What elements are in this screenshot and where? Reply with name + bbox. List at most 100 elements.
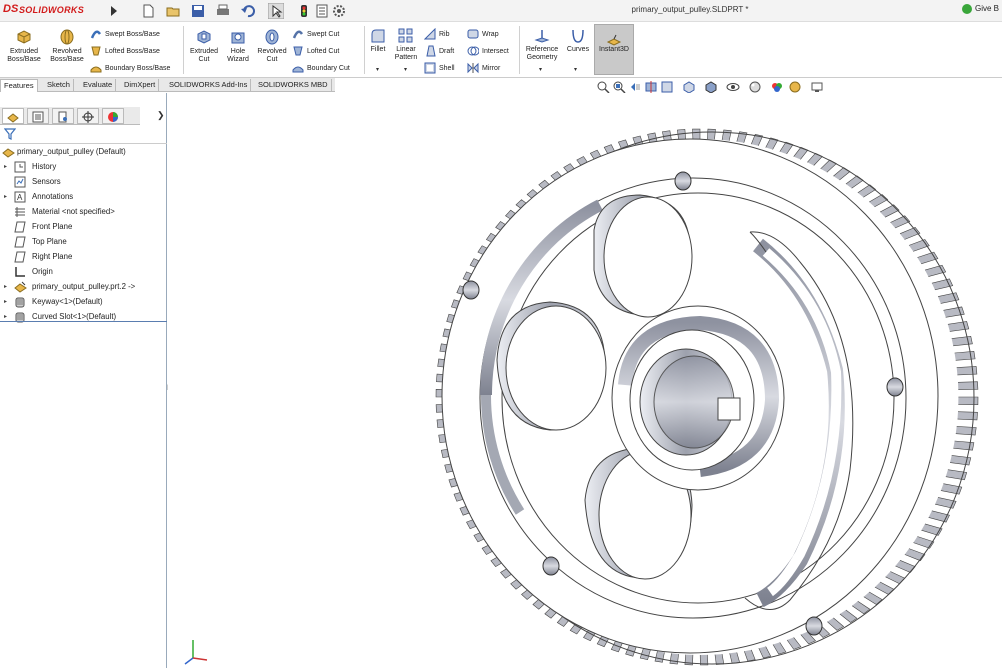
realview-graphics-icon[interactable] bbox=[788, 80, 802, 94]
boundary-cut-icon bbox=[292, 66, 304, 73]
mirror-button[interactable]: Mirror bbox=[467, 62, 500, 74]
lightening-hole-left bbox=[496, 301, 607, 431]
tab-features[interactable]: Features bbox=[0, 79, 38, 92]
tree-item-origin[interactable]: Origin bbox=[4, 265, 154, 279]
curves-dropdown-icon[interactable]: ▾ bbox=[574, 66, 577, 73]
tree-item-keyway[interactable]: ▸ Keyway<1>(Default) bbox=[4, 295, 154, 309]
boundary-cut-button[interactable]: Boundary Cut bbox=[292, 62, 350, 74]
fillet-button[interactable]: Fillet bbox=[366, 28, 390, 54]
print-icon[interactable] bbox=[215, 3, 231, 19]
swept-cut-label: Swept Cut bbox=[307, 30, 340, 38]
instant3d-button[interactable]: Instant3D bbox=[594, 24, 634, 75]
hole-wizard-button[interactable]: Hole Wizard bbox=[222, 28, 254, 64]
command-manager-tabs: Features Sketch Evaluate DimXpert SOLIDW… bbox=[0, 78, 335, 92]
linear-pattern-dropdown-icon[interactable]: ▾ bbox=[404, 66, 407, 73]
extruded-cut-button[interactable]: Extruded Cut bbox=[186, 28, 222, 64]
tree-item-base-part[interactable]: ▸ primary_output_pulley.prt.2 -> bbox=[4, 280, 164, 294]
view-settings-icon[interactable] bbox=[810, 80, 824, 94]
instant3d-icon bbox=[606, 34, 622, 46]
save-icon[interactable] bbox=[190, 3, 206, 19]
intersect-button[interactable]: Intersect bbox=[467, 45, 509, 57]
display-manager-tab[interactable] bbox=[102, 108, 124, 124]
new-document-icon[interactable] bbox=[140, 3, 156, 19]
fillet-dropdown-icon[interactable]: ▾ bbox=[376, 66, 379, 73]
tree-item-sensors[interactable]: Sensors bbox=[4, 175, 154, 189]
rebuild-icon[interactable] bbox=[296, 3, 312, 19]
expand-arrow-icon[interactable]: ▸ bbox=[4, 160, 12, 174]
zoom-to-fit-icon[interactable] bbox=[596, 80, 610, 94]
reference-geometry-button[interactable]: Reference Geometry bbox=[522, 28, 562, 62]
lofted-cut-button[interactable]: Lofted Cut bbox=[292, 45, 339, 57]
tree-item-history[interactable]: ▸ History bbox=[4, 160, 154, 174]
reference-geometry-label: Reference Geometry bbox=[525, 46, 559, 61]
edit-appearance-icon[interactable] bbox=[748, 80, 762, 94]
tab-solidworks-add-ins[interactable]: SOLIDWORKS Add-Ins bbox=[166, 79, 252, 92]
expand-arrow-icon[interactable]: ▸ bbox=[4, 295, 12, 309]
zoom-to-area-icon[interactable] bbox=[612, 80, 626, 94]
select-cursor-icon[interactable] bbox=[268, 3, 284, 19]
expand-arrow-icon[interactable]: ▸ bbox=[4, 280, 12, 294]
linear-pattern-button[interactable]: Linear Pattern bbox=[392, 28, 420, 62]
tree-item-label: Material <not specified> bbox=[32, 207, 115, 216]
property-manager-tab[interactable] bbox=[27, 108, 49, 124]
tree-item-material[interactable]: Material <not specified> bbox=[4, 205, 154, 219]
tab-evaluate[interactable]: Evaluate bbox=[80, 79, 117, 92]
display-style-icon[interactable] bbox=[704, 80, 718, 94]
shell-button[interactable]: Shell bbox=[424, 62, 455, 74]
tree-root-part[interactable]: primary_output_pulley (Default) bbox=[2, 145, 162, 159]
extruded-cut-icon bbox=[197, 30, 211, 44]
curves-button[interactable]: Curves bbox=[564, 28, 592, 54]
graphics-area[interactable] bbox=[168, 93, 1002, 668]
tab-sketch[interactable]: Sketch bbox=[44, 79, 74, 92]
view-orientation-icon[interactable] bbox=[682, 80, 696, 94]
options-gear-icon[interactable] bbox=[331, 3, 347, 19]
filter-icon[interactable] bbox=[4, 128, 16, 140]
configuration-manager-tab[interactable] bbox=[52, 108, 74, 124]
open-folder-icon[interactable] bbox=[165, 3, 181, 19]
dimxpert-manager-tab[interactable] bbox=[77, 108, 99, 124]
menu-arrow-icon[interactable] bbox=[106, 3, 122, 19]
featuremanager-tree-tab[interactable] bbox=[2, 108, 24, 124]
rib-button[interactable]: Rib bbox=[423, 27, 450, 40]
dynamic-annotation-icon[interactable] bbox=[660, 80, 674, 94]
give-feedback-button[interactable]: Give B bbox=[962, 4, 999, 14]
revolved-boss-label: Revolved Boss/Base bbox=[50, 48, 84, 63]
tree-item-front-plane[interactable]: Front Plane bbox=[4, 220, 154, 234]
solidworks-logo[interactable]: DS SOLIDWORKS bbox=[3, 3, 103, 19]
revolved-boss-icon bbox=[60, 29, 74, 45]
undo-icon[interactable] bbox=[240, 3, 256, 19]
extruded-boss-label: Extruded Boss/Base bbox=[7, 48, 41, 63]
tree-item-top-plane[interactable]: Top Plane bbox=[4, 235, 154, 249]
tree-item-annotations[interactable]: ▸ A Annotations bbox=[4, 190, 154, 204]
material-icon bbox=[15, 207, 25, 217]
filter-divider bbox=[0, 143, 167, 144]
previous-view-icon[interactable] bbox=[628, 80, 642, 94]
revolved-cut-button[interactable]: Revolved Cut bbox=[254, 28, 290, 64]
swept-cut-button[interactable]: Swept Cut bbox=[292, 28, 339, 40]
expand-arrow-icon[interactable]: ▸ bbox=[4, 190, 12, 204]
section-view-icon[interactable] bbox=[644, 80, 658, 94]
reference-triad-icon[interactable] bbox=[183, 636, 209, 666]
draft-icon bbox=[426, 45, 436, 57]
extruded-boss-button[interactable]: Extruded Boss/Base bbox=[4, 28, 44, 64]
file-properties-icon[interactable] bbox=[314, 3, 330, 19]
pulley-3d-model[interactable] bbox=[168, 93, 1002, 668]
tree-item-right-plane[interactable]: Right Plane bbox=[4, 250, 154, 264]
wrap-button[interactable]: Wrap bbox=[467, 28, 499, 40]
lofted-boss-button[interactable]: Lofted Boss/Base bbox=[90, 45, 160, 57]
plane-icon bbox=[14, 221, 26, 233]
tab-solidworks-mbd[interactable]: SOLIDWORKS MBD bbox=[255, 79, 332, 92]
rollback-bar[interactable] bbox=[0, 321, 167, 322]
tree-item-label: Keyway<1>(Default) bbox=[32, 297, 103, 306]
display-pie-icon bbox=[108, 112, 118, 122]
ribbon-separator bbox=[183, 26, 184, 74]
swept-boss-button[interactable]: Swept Boss/Base bbox=[90, 28, 160, 40]
pane-expand-arrow-icon[interactable]: ❯ bbox=[157, 110, 165, 121]
reference-geometry-dropdown-icon[interactable]: ▾ bbox=[539, 66, 542, 73]
apply-scene-icon[interactable] bbox=[770, 80, 784, 94]
boundary-boss-button[interactable]: Boundary Boss/Base bbox=[90, 62, 170, 74]
revolved-boss-button[interactable]: Revolved Boss/Base bbox=[46, 28, 88, 64]
tab-dimxpert[interactable]: DimXpert bbox=[121, 79, 160, 92]
hide-show-items-icon[interactable] bbox=[726, 80, 740, 94]
draft-button[interactable]: Draft bbox=[424, 45, 454, 57]
